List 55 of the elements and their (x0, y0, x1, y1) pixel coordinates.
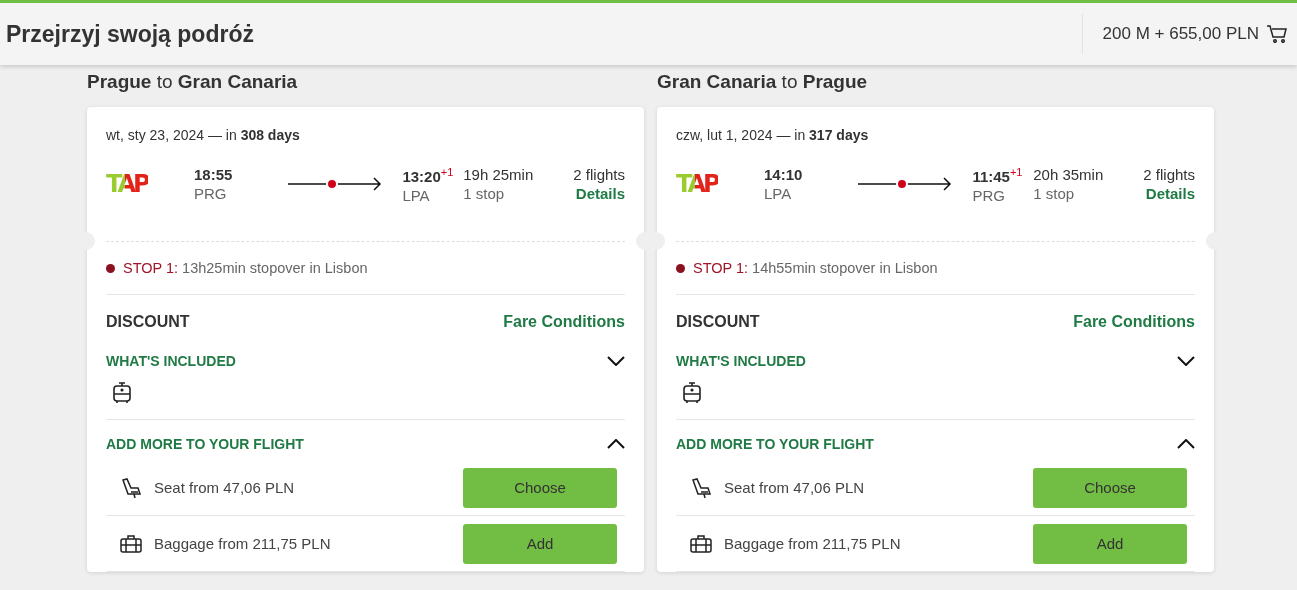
collapse-chevron-icon[interactable] (1177, 439, 1195, 449)
stopover-info: STOP 1: 13h25min stopover in Lisbon (123, 260, 368, 276)
arrival-airport: PRG (972, 186, 1006, 205)
expand-chevron-icon[interactable] (1177, 356, 1195, 366)
route-arrow-icon (858, 177, 953, 191)
stop-dot (106, 263, 115, 273)
page-title: Przejrzyj swoją podróż (6, 20, 254, 48)
section-title: WHAT'S INCLUDED (106, 353, 236, 369)
departure-time: 14:10 (764, 165, 803, 184)
section-title: ADD MORE TO YOUR FLIGHT (676, 436, 874, 452)
departure-airport: PRG (194, 184, 228, 203)
flight-date: wt, sty 23, 2024 — in 308 days (106, 127, 301, 143)
flight-duration: 19h 25min (463, 165, 534, 184)
addon-button[interactable]: Add (463, 523, 617, 564)
addon-button[interactable]: Add (1033, 523, 1187, 564)
trip-title: Prague to Gran Canaria (87, 71, 299, 93)
arrival-time: 13:20$^{+1}$ (402, 165, 454, 186)
seat-icon (690, 476, 712, 499)
fare-name: DISCOUNT (676, 313, 760, 331)
fare-conditions-link[interactable]: Fare Conditions (503, 313, 625, 331)
expand-chevron-icon[interactable] (607, 356, 625, 366)
stops-count: 1 stop (1033, 184, 1076, 203)
fare-name: DISCOUNT (106, 313, 190, 331)
baggage-icon (120, 533, 142, 554)
addon-button[interactable]: Choose (463, 467, 617, 508)
arrival-time: 11:45$^{+1}$ (972, 165, 1023, 186)
cart-total: 200 M + 655,00 PLN (1102, 24, 1259, 44)
suitcase-icon (682, 381, 702, 405)
route-arrow-icon (288, 177, 383, 191)
addon-price: Baggage from 211,75 PLN (154, 535, 332, 552)
flights-count: 2 flights (573, 165, 625, 184)
stop-dot (676, 263, 685, 273)
cart-icon[interactable] (1267, 25, 1287, 43)
flight-duration: 20h 35min (1033, 165, 1104, 184)
addon-price: Seat from 47,06 PLN (724, 479, 866, 496)
addon-price: Seat from 47,06 PLN (154, 479, 296, 496)
flights-count: 2 flights (1143, 165, 1195, 184)
departure-airport: LPA (764, 184, 793, 203)
addon-button[interactable]: Choose (1033, 467, 1187, 508)
baggage-icon (690, 533, 712, 554)
seat-icon (120, 476, 142, 499)
details-link[interactable]: Details (1145, 184, 1195, 203)
addon-price: Baggage from 211,75 PLN (724, 535, 902, 552)
section-title: ADD MORE TO YOUR FLIGHT (106, 436, 304, 452)
details-link[interactable]: Details (575, 184, 625, 203)
departure-time: 18:55 (194, 165, 233, 184)
suitcase-icon (112, 381, 132, 405)
stopover-info: STOP 1: 14h55min stopover in Lisbon (693, 260, 938, 276)
stops-count: 1 stop (463, 184, 506, 203)
fare-conditions-link[interactable]: Fare Conditions (1073, 313, 1195, 331)
collapse-chevron-icon[interactable] (607, 439, 625, 449)
flight-date: czw, lut 1, 2024 — in 317 days (676, 127, 870, 143)
section-title: WHAT'S INCLUDED (676, 353, 806, 369)
trip-title: Gran Canaria to Prague (657, 71, 869, 93)
arrival-airport: LPA (402, 186, 431, 205)
